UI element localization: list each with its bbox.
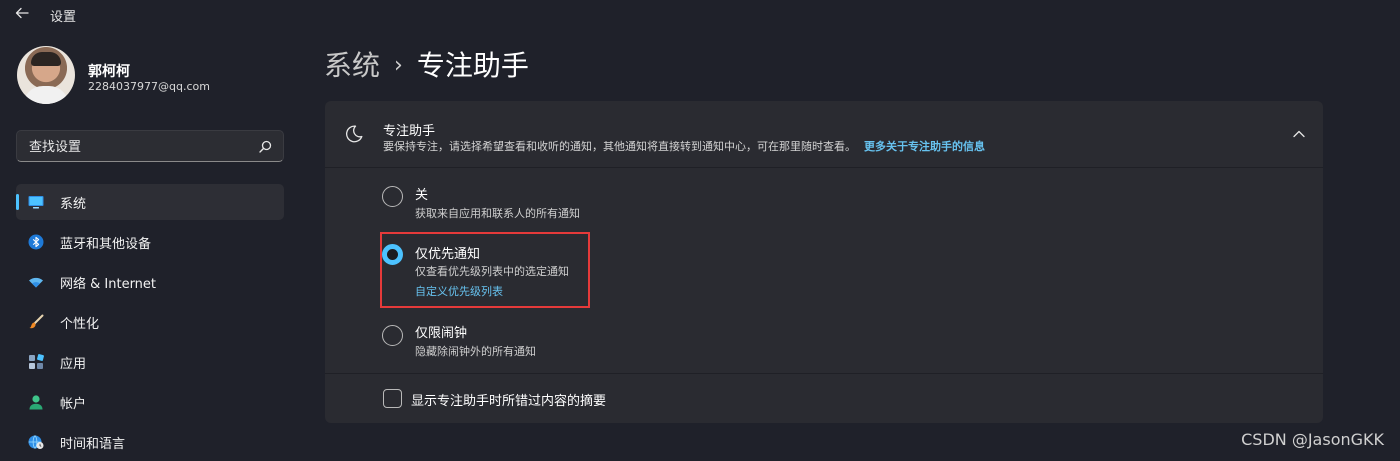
panel-description: 要保持专注，请选择希望查看和收听的通知，其他通知将直接转到通知中心，可在那里随时… — [383, 138, 985, 154]
watermark: CSDN @JasonGKK — [1241, 430, 1384, 449]
arrow-left-icon — [15, 7, 29, 19]
sidebar-item-system[interactable]: 系统 — [16, 184, 284, 220]
panel-title: 专注助手 — [383, 124, 436, 139]
search-box[interactable] — [16, 130, 284, 162]
sidebar-item-time-language[interactable]: 时间和语言 — [16, 424, 284, 460]
chevron-up-icon — [1293, 130, 1305, 138]
sidebar-item-label: 蓝牙和其他设备 — [60, 237, 152, 252]
moon-icon — [345, 125, 363, 143]
avatar[interactable] — [17, 46, 75, 104]
summary-checkbox[interactable] — [383, 389, 402, 408]
highlight-box — [380, 232, 590, 308]
user-name: 郭柯柯 — [88, 64, 130, 80]
sidebar-item-label: 网络 & Internet — [60, 277, 157, 292]
learn-more-link[interactable]: 更多关于专注助手的信息 — [864, 140, 985, 153]
sidebar-item-accounts[interactable]: 帐户 — [16, 384, 284, 420]
sidebar-item-personalization[interactable]: 个性化 — [16, 304, 284, 340]
title-bar: 设置 — [0, 0, 1400, 28]
option-description: 获取来自应用和联系人的所有通知 — [415, 207, 580, 220]
sidebar: 郭柯柯 2284037977@qq.com 系统 — [0, 28, 300, 461]
search-icon[interactable] — [257, 139, 273, 155]
wifi-icon — [29, 277, 43, 288]
breadcrumb: 系统 › 专注助手 — [324, 44, 529, 84]
chevron-right-icon: › — [394, 53, 403, 78]
panel-description-text: 要保持专注，请选择希望查看和收听的通知，其他通知将直接转到通知中心，可在那里随时… — [383, 140, 856, 153]
radio-off[interactable] — [382, 186, 403, 207]
option-title: 仅限闹钟 — [415, 326, 468, 341]
bluetooth-icon — [28, 234, 44, 250]
focus-assist-panel: 专注助手 要保持专注，请选择希望查看和收听的通知，其他通知将直接转到通知中心，可… — [325, 101, 1323, 423]
back-button[interactable] — [14, 5, 34, 23]
sidebar-nav: 系统 蓝牙和其他设备 网络 & Internet 个性化 应用 帐户 时间和语言 — [16, 184, 284, 461]
sidebar-item-label: 帐户 — [60, 397, 87, 412]
page-title: 专注助手 — [416, 49, 529, 82]
user-email: 2284037977@qq.com — [88, 80, 210, 93]
sidebar-item-label: 时间和语言 — [60, 437, 126, 452]
sidebar-item-label: 个性化 — [60, 317, 100, 332]
sidebar-item-bluetooth[interactable]: 蓝牙和其他设备 — [16, 224, 284, 260]
collapse-button[interactable] — [1289, 124, 1309, 144]
brush-icon — [29, 314, 44, 329]
panel-header[interactable]: 专注助手 要保持专注，请选择希望查看和收听的通知，其他通知将直接转到通知中心，可… — [325, 101, 1323, 168]
breadcrumb-parent[interactable]: 系统 — [324, 49, 380, 82]
checkbox-label: 显示专注助手时所错过内容的摘要 — [411, 394, 607, 409]
globe-clock-icon — [28, 435, 44, 449]
person-icon — [29, 395, 43, 410]
app-title: 设置 — [50, 10, 77, 25]
option-title: 关 — [415, 188, 429, 203]
sidebar-item-apps[interactable]: 应用 — [16, 344, 284, 380]
summary-checkbox-row[interactable]: 显示专注助手时所错过内容的摘要 — [325, 373, 1323, 423]
sidebar-item-network[interactable]: 网络 & Internet — [16, 264, 284, 300]
apps-icon — [29, 354, 44, 369]
sidebar-item-label: 系统 — [60, 197, 87, 212]
monitor-icon — [28, 196, 44, 209]
sidebar-item-label: 应用 — [60, 357, 87, 372]
settings-window: 设置 郭柯柯 2284037977@qq.com 系统 — [0, 0, 1400, 461]
search-input[interactable] — [27, 137, 247, 157]
option-description: 隐藏除闹钟外的所有通知 — [415, 345, 536, 358]
radio-alarms-only[interactable] — [382, 325, 403, 346]
